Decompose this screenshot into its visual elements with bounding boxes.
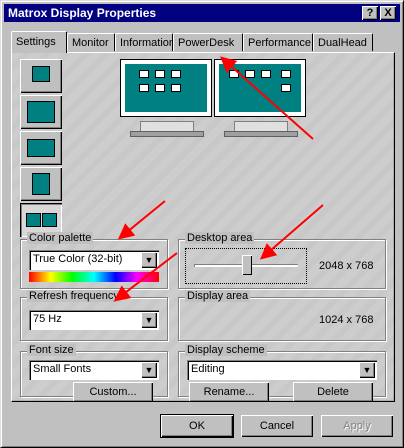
font-size-label: Font size (27, 344, 76, 356)
close-button[interactable]: X (380, 6, 396, 20)
custom-button[interactable]: Custom... (73, 382, 153, 401)
refresh-frequency-group: Refresh frequency 75 Hz ▼ (20, 290, 168, 341)
font-size-select[interactable]: Small Fonts ▼ (29, 360, 159, 380)
color-palette-group: Color palette True Color (32-bit) ▼ (20, 232, 168, 289)
display-area-value: 1024 x 768 (319, 314, 374, 326)
font-size-value: Small Fonts (33, 363, 92, 375)
monitor-1-preview (120, 59, 212, 139)
color-palette-label: Color palette (27, 232, 94, 244)
tab-performance[interactable]: Performance (243, 33, 313, 51)
display-scheme-select[interactable]: Editing ▼ (187, 360, 377, 380)
display-scheme-label: Display scheme (185, 344, 267, 356)
refresh-frequency-select[interactable]: 75 Hz ▼ (29, 310, 159, 330)
refresh-frequency-value: 75 Hz (33, 313, 62, 325)
display-area-group: Display area 1024 x 768 (178, 290, 386, 341)
apply-button[interactable]: Apply (321, 415, 393, 437)
display-scheme-group: Display scheme Editing ▼ Rename... Delet… (178, 344, 386, 401)
refresh-frequency-label: Refresh frequency (27, 290, 121, 302)
chevron-down-icon[interactable]: ▼ (141, 312, 157, 328)
single-display-button[interactable] (20, 59, 62, 93)
display-area-label: Display area (185, 290, 251, 302)
tab-dualhead[interactable]: DualHead (313, 33, 373, 51)
tab-information[interactable]: Information (115, 33, 175, 51)
panning-button[interactable] (20, 131, 62, 165)
delete-button[interactable]: Delete (293, 382, 373, 401)
desktop-area-group: Desktop area 2048 x 768 (178, 232, 386, 289)
help-button[interactable]: ? (362, 6, 378, 20)
color-spectrum-bar (29, 272, 159, 282)
chevron-down-icon[interactable]: ▼ (359, 362, 375, 378)
monitor-2-preview (214, 59, 306, 139)
color-palette-value: True Color (32-bit) (33, 253, 123, 265)
zoom-button[interactable] (20, 167, 62, 201)
slider-thumb[interactable] (242, 255, 252, 275)
display-scheme-value: Editing (191, 363, 225, 375)
window-title: Matrox Display Properties (8, 6, 157, 20)
color-palette-select[interactable]: True Color (32-bit) ▼ (29, 250, 159, 270)
cancel-button[interactable]: Cancel (241, 415, 313, 437)
settings-panel: Color palette True Color (32-bit) ▼ Desk… (11, 52, 395, 402)
chevron-down-icon[interactable]: ▼ (141, 252, 157, 268)
tab-settings[interactable]: Settings (11, 31, 67, 53)
desktop-layout-button[interactable] (20, 95, 62, 129)
desktop-area-label: Desktop area (185, 232, 255, 244)
tab-powerdesk[interactable]: PowerDesk (173, 33, 243, 51)
ok-button[interactable]: OK (160, 414, 234, 438)
desktop-area-value: 2048 x 768 (319, 260, 374, 272)
tab-monitor[interactable]: Monitor (67, 33, 115, 51)
desktop-area-slider[interactable] (185, 248, 307, 284)
title-bar[interactable]: Matrox Display Properties ? X (4, 4, 400, 22)
rename-button[interactable]: Rename... (189, 382, 269, 401)
dialog-window: Matrox Display Properties ? X Settings M… (0, 0, 404, 448)
chevron-down-icon[interactable]: ▼ (141, 362, 157, 378)
font-size-group: Font size Small Fonts ▼ Custom... (20, 344, 168, 401)
